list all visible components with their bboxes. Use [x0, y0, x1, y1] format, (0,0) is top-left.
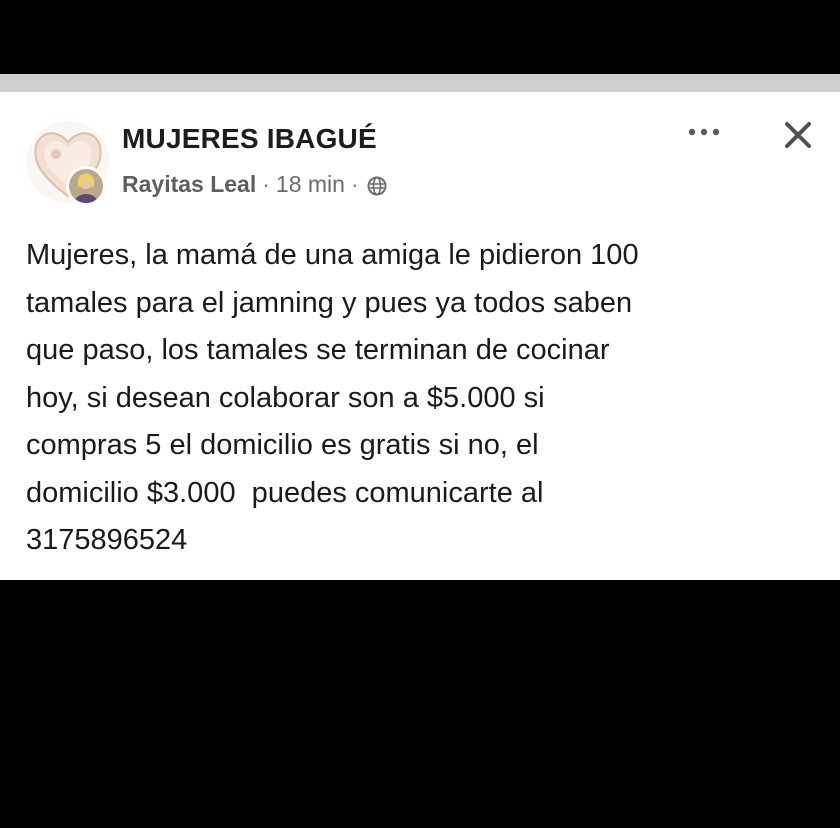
- globe-icon: [367, 175, 387, 195]
- meta-separator: ·: [262, 171, 270, 197]
- author-name[interactable]: Rayitas Leal: [122, 171, 256, 198]
- post-meta: Rayitas Leal · 18 min ·: [122, 171, 387, 198]
- post-time[interactable]: 18 min: [276, 171, 345, 198]
- more-horizontal-icon[interactable]: [684, 122, 724, 142]
- author-avatar[interactable]: [66, 166, 106, 206]
- close-icon[interactable]: [781, 118, 815, 152]
- post-card: MUJERES IBAGUÉ Rayitas Leal · 18 min · M…: [0, 92, 840, 580]
- post-body-text: Mujeres, la mamá de una amiga le pidiero…: [26, 239, 639, 556]
- meta-separator: ·: [350, 171, 359, 197]
- avatar-stack[interactable]: [26, 120, 110, 206]
- top-divider-strip: [0, 74, 840, 92]
- group-name[interactable]: MUJERES IBAGUÉ: [122, 123, 377, 155]
